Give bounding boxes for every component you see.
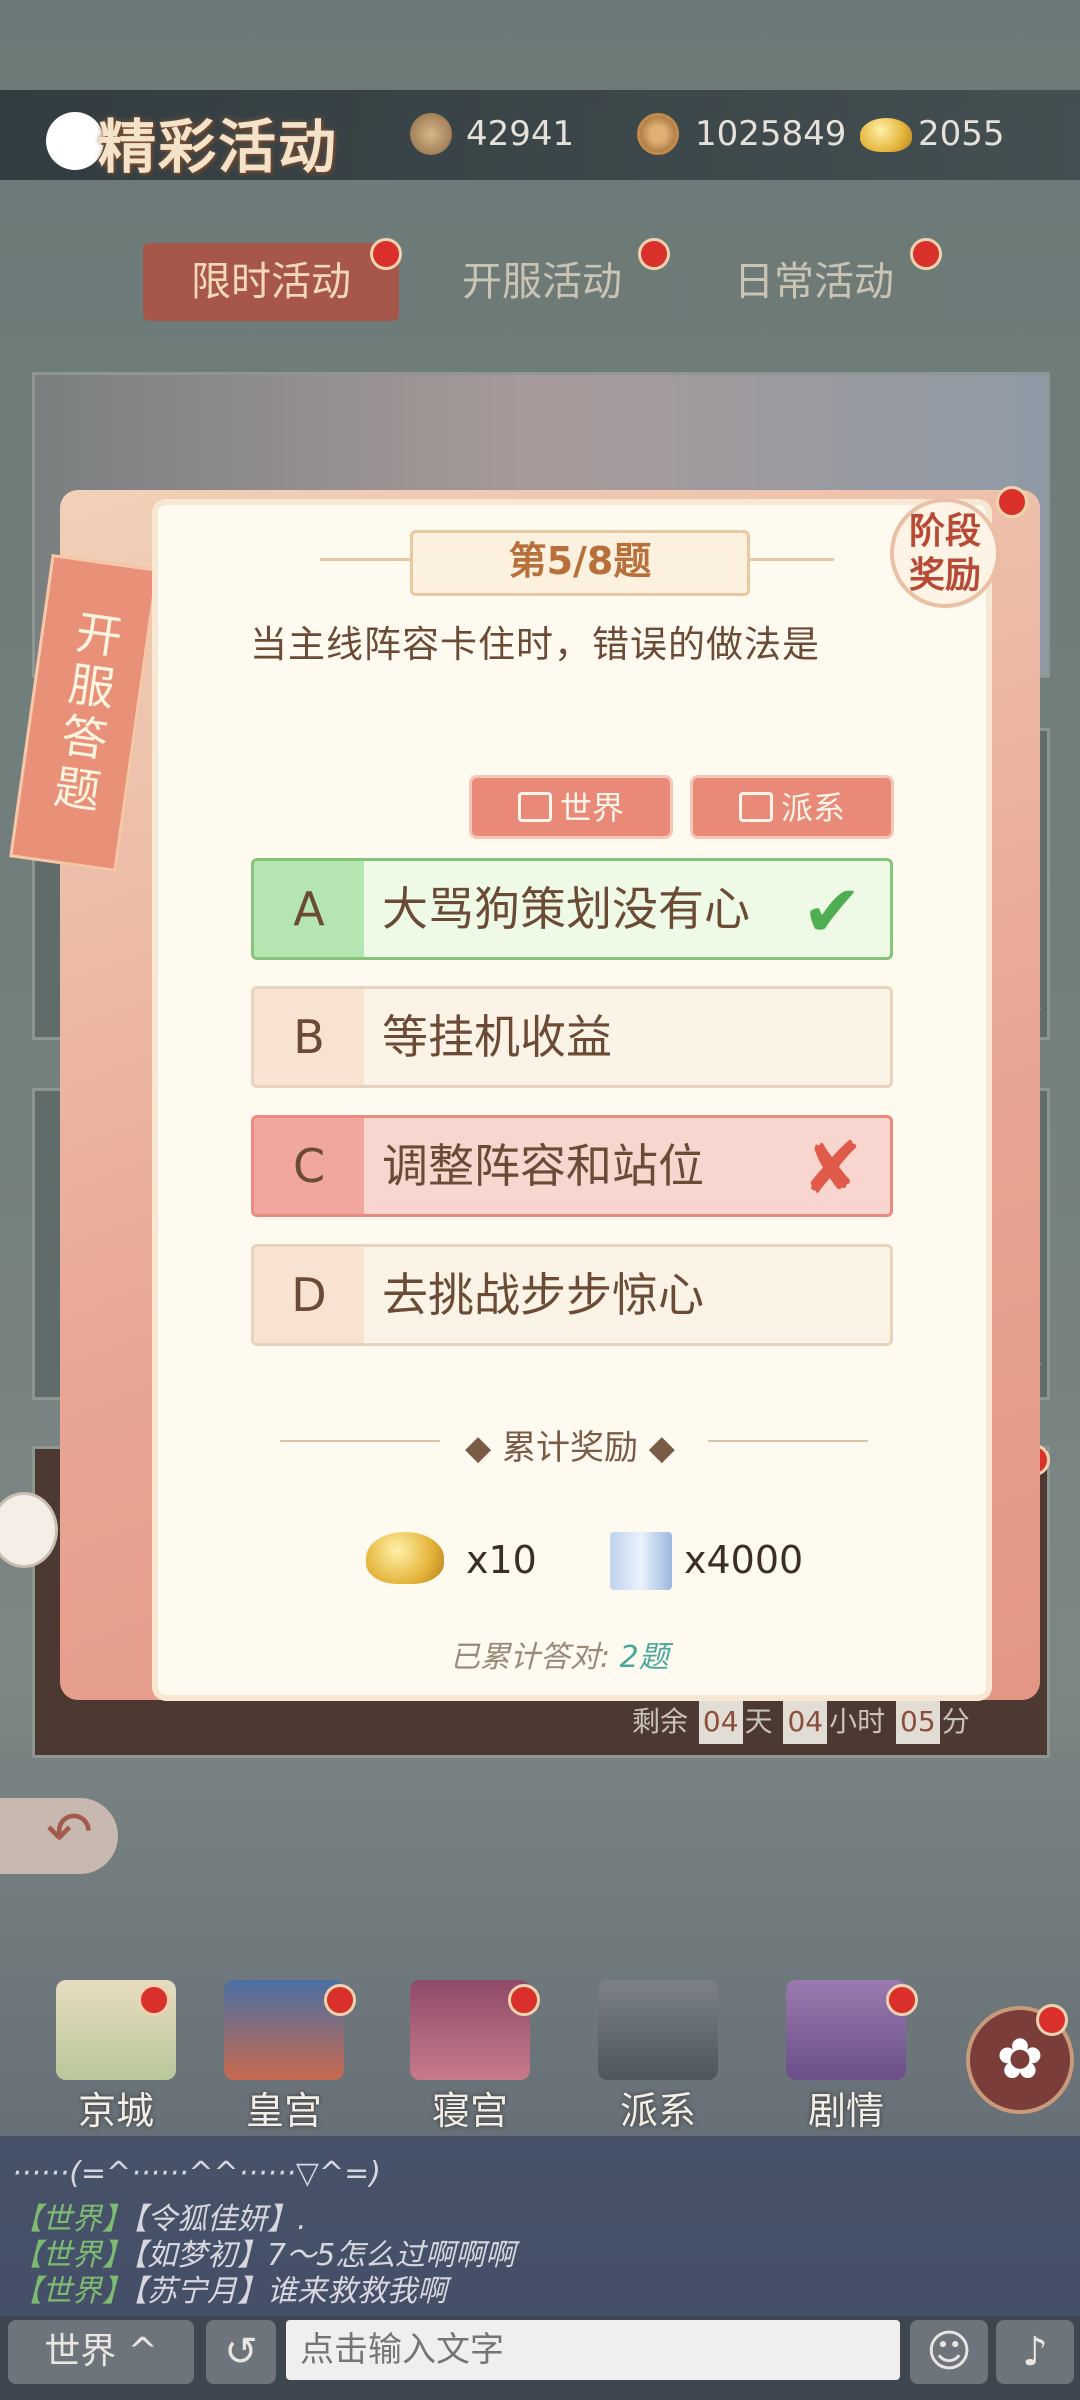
reward-amount: x10 (466, 1538, 537, 1582)
answered-label: 已累计答对: (450, 1640, 611, 1675)
notification-dot (508, 1984, 540, 2016)
chat-input[interactable] (286, 2320, 900, 2380)
faction-icon (598, 1980, 718, 2080)
notification-dot (886, 1984, 918, 2016)
timer-minutes-unit: 分 (941, 1705, 970, 1738)
timer-hours-unit: 小时 (829, 1705, 886, 1738)
cumulative-reward-title: ◆ 累计奖励 ◆ (465, 1428, 675, 1468)
timer-minutes: 05 (896, 1700, 940, 1744)
reward-amount: x4000 (684, 1538, 804, 1582)
share-faction-button[interactable]: 派系 (690, 775, 894, 839)
chat-text: ······(=^······^^······▽^=) (12, 2156, 381, 2191)
phase-reward-button[interactable]: 阶段奖励 (890, 498, 1000, 608)
countdown-timer: 剩余 04 天 04 小时 05 分 (632, 1700, 970, 1744)
notification-dot (370, 238, 402, 270)
notification-dot (1036, 2004, 1068, 2036)
notification-dot (138, 1984, 170, 2016)
notification-dot (638, 238, 670, 270)
option-letter: A (254, 861, 364, 957)
notification-dot (996, 486, 1028, 518)
gold-ingot-icon (366, 1532, 444, 1584)
check-icon: ✔ (801, 869, 863, 953)
back-arrow-icon: ↶ (46, 1800, 93, 1865)
question-number: 第5/8题 (410, 530, 750, 596)
chat-text: 【苏宁月】谁来救救我啊 (132, 2274, 447, 2309)
chat-channel: 【世界】 (12, 2274, 132, 2309)
quiz-modal (158, 505, 986, 1695)
nav-label: 派系 (619, 2089, 696, 2133)
chat-message: 【世界】【苏宁月】谁来救救我啊 (12, 2266, 447, 2310)
microphone-icon[interactable]: ♪ (996, 2320, 1074, 2384)
nav-label: 剧情 (807, 2089, 884, 2133)
question-number-box: 第5/8题 (410, 530, 750, 596)
cumulative-reward-label: 累计奖励 (502, 1428, 638, 1468)
option-text: 等挂机收益 (382, 1010, 612, 1064)
answered-value: 2题 (619, 1640, 669, 1675)
gold-ingot-icon (860, 118, 912, 152)
page-title: 精彩活动 (98, 113, 339, 181)
tab-server-open[interactable]: 开服活动 (414, 243, 670, 321)
option-a[interactable]: A 大骂狗策划没有心 ✔ (251, 858, 893, 960)
nav-faction[interactable]: 派系 (568, 1980, 748, 2133)
timer-hours: 04 (783, 1700, 828, 1744)
nav-jingcheng[interactable]: 京城 (26, 1980, 206, 2133)
option-text: 去挑战步步惊心 (382, 1268, 704, 1322)
nav-label: 皇宫 (245, 2089, 322, 2133)
coin-icon (637, 113, 679, 155)
home-button[interactable] (46, 112, 104, 170)
history-icon[interactable]: ↺ (206, 2320, 276, 2384)
option-letter: D (254, 1247, 364, 1343)
answered-count: 已累计答对: 2题 (450, 1632, 669, 1676)
timer-days: 04 (698, 1700, 743, 1744)
notification-dot (910, 238, 942, 270)
power-icon (410, 113, 452, 155)
option-letter: B (254, 989, 364, 1085)
nav-label: 寝宫 (431, 2089, 508, 2133)
share-faction-label: 派系 (780, 789, 845, 827)
chat-message: ······(=^······^^······▽^=) (12, 2156, 381, 2191)
tab-daily[interactable]: 日常活动 (686, 243, 942, 321)
coin-value: 1025849 (695, 114, 847, 154)
emoji-icon[interactable]: ☺ (910, 2320, 988, 2384)
divider (744, 558, 834, 561)
scroll-icon (610, 1532, 672, 1590)
channel-select-button[interactable]: 世界 ^ (8, 2320, 194, 2384)
timer-prefix: 剩余 (632, 1705, 689, 1738)
option-text: 大骂狗策划没有心 (382, 882, 750, 936)
option-text: 调整阵容和站位 (382, 1139, 704, 1193)
timer-days-unit: 天 (744, 1705, 773, 1738)
power-value: 42941 (466, 114, 575, 154)
option-b[interactable]: B 等挂机收益 (251, 986, 893, 1088)
divider (320, 558, 410, 561)
tab-limited-time[interactable]: 限时活动 (143, 243, 399, 321)
option-d[interactable]: D 去挑战步步惊心 (251, 1244, 893, 1346)
notification-dot (324, 1984, 356, 2016)
gold-value: 2055 (918, 114, 1005, 154)
nav-label: 京城 (77, 2089, 154, 2133)
share-icon (738, 792, 773, 822)
option-c[interactable]: C 调整阵容和站位 ✘ (251, 1115, 893, 1217)
share-icon (517, 792, 552, 822)
question-text: 当主线阵容卡住时，错误的做法是 (250, 623, 820, 666)
share-world-label: 世界 (559, 789, 624, 827)
share-world-button[interactable]: 世界 (469, 775, 673, 839)
option-letter: C (254, 1118, 364, 1214)
cross-icon: ✘ (801, 1126, 863, 1210)
